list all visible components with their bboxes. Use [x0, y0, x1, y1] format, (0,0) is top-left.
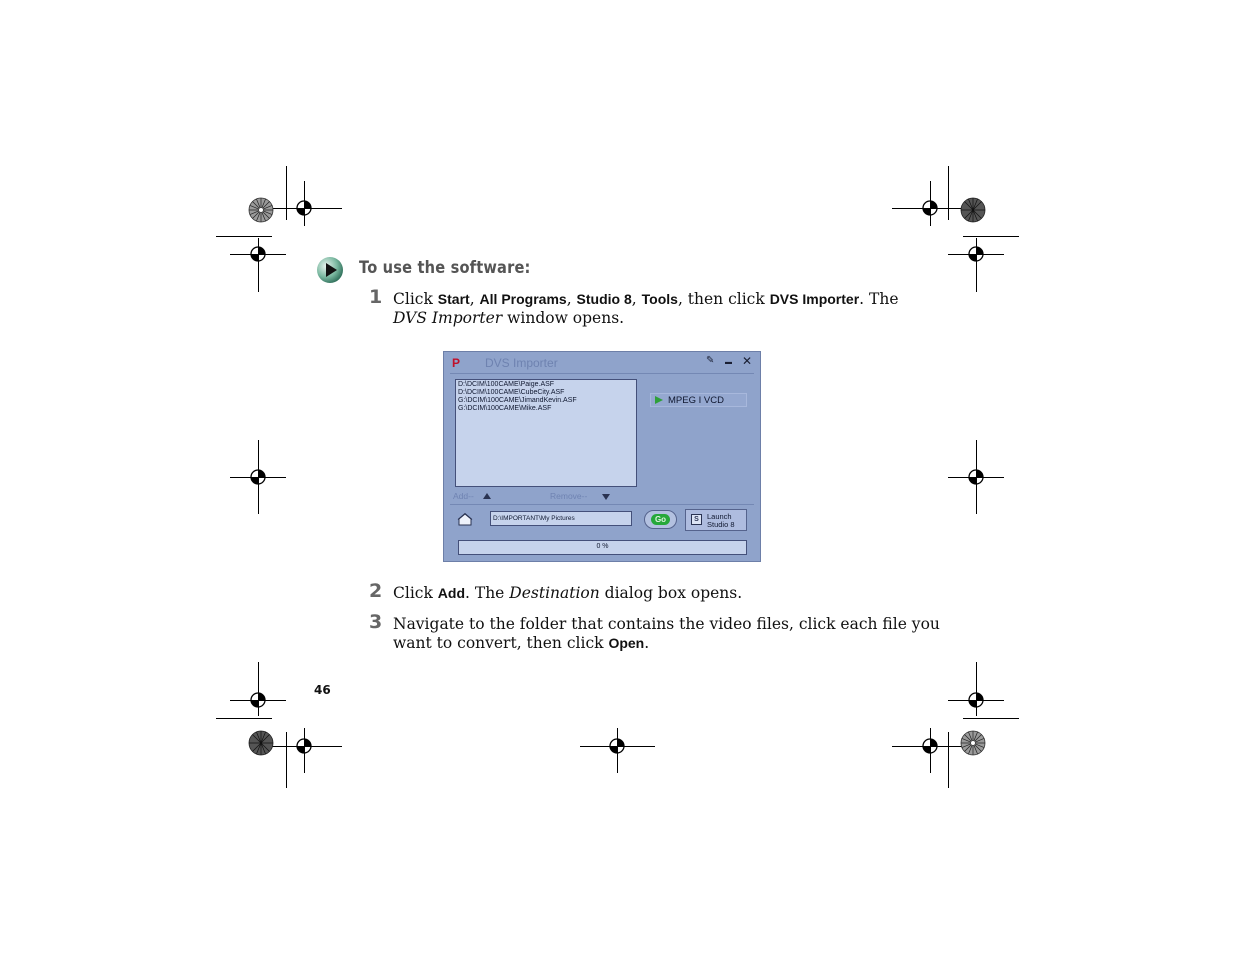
window-title: DVS Importer: [485, 356, 558, 370]
list-item[interactable]: D:\DCIM\100CAME\Paige.ASF: [458, 381, 634, 389]
section-title: To use the software:: [359, 258, 531, 278]
format-option-mpeg1-vcd[interactable]: MPEG I VCD: [650, 393, 747, 407]
step-2-text: Click Add. The Destination dialog box op…: [393, 584, 742, 603]
keyword-add: Add: [437, 585, 465, 601]
launch-studio-button[interactable]: S Launch Studio 8: [685, 509, 747, 531]
dvs-importer-window: P DVS Importer ✎ ▬ ✕ D:\DCIM\100CAME\Pai…: [443, 351, 761, 562]
progress-bar: 0 %: [458, 540, 747, 555]
starburst-target-icon: [248, 730, 274, 756]
registration-target-icon: [968, 246, 984, 262]
launch-label: Launch Studio 8: [707, 513, 735, 528]
step-3-text: Navigate to the folder that contains the…: [393, 615, 940, 633]
registration-target-icon: [968, 469, 984, 485]
add-label: Add--: [453, 491, 474, 501]
text-run: Click: [393, 584, 438, 602]
go-button[interactable]: Go: [644, 510, 677, 529]
step-1-text: Click Start, All Programs, Studio 8, Too…: [393, 290, 899, 309]
registration-target-icon: [922, 738, 938, 754]
starburst-target-icon: [960, 197, 986, 223]
list-item[interactable]: D:\DCIM\100CAME\CubeCity.ASF: [458, 389, 634, 397]
text-run: Click: [393, 290, 438, 308]
text-run: .: [644, 634, 650, 652]
crop-line: [948, 732, 949, 788]
launch-line-2: Studio 8: [707, 519, 735, 529]
destination-field[interactable]: D:\IMPORTANT\My Pictures: [490, 511, 632, 526]
crop-line: [286, 732, 287, 788]
starburst-target-icon: [248, 197, 274, 223]
go-label: Go: [651, 514, 670, 525]
step-3-text-line2: want to convert, then click Open.: [393, 634, 649, 653]
text-run: ,: [566, 290, 577, 308]
text-run: dialog box opens.: [599, 584, 743, 602]
registration-target-icon: [609, 738, 625, 754]
divider: [450, 504, 754, 505]
section-arrow-icon: [317, 257, 343, 283]
registration-target-icon: [968, 692, 984, 708]
text-run: . The: [859, 290, 899, 308]
progress-text: 0 %: [596, 543, 609, 550]
keyword-dvs-importer: DVS Importer: [769, 291, 860, 307]
text-run: , then click: [677, 290, 770, 308]
text-run: . The: [465, 584, 510, 602]
text-run: ,: [469, 290, 480, 308]
starburst-target-icon: [960, 730, 986, 756]
step-number: 3: [369, 611, 383, 633]
close-button[interactable]: ✕: [742, 354, 752, 368]
keyword-start: Start: [437, 291, 470, 307]
pin-icon[interactable]: ✎: [706, 355, 714, 366]
folder-home-icon[interactable]: [457, 512, 473, 527]
list-item[interactable]: G:\DCIM\100CAME\JimandKevin.ASF: [458, 397, 634, 405]
keyword-all-programs: All Programs: [479, 291, 567, 307]
remove-arrow-icon[interactable]: [602, 494, 610, 500]
page-number: 46: [314, 683, 331, 697]
crop-line: [216, 236, 272, 237]
italic-term: DVS Importer: [393, 309, 503, 327]
crop-line: [963, 236, 1019, 237]
studio-icon: S: [691, 514, 702, 525]
registration-target-icon: [250, 469, 266, 485]
step-1-text-line2: DVS Importer window opens.: [393, 309, 624, 328]
step-number: 2: [369, 580, 383, 602]
keyword-tools: Tools: [641, 291, 678, 307]
text-run: window opens.: [502, 309, 625, 327]
crop-line: [286, 166, 287, 220]
app-logo-icon: P: [452, 356, 461, 370]
registration-target-icon: [296, 738, 312, 754]
file-list[interactable]: D:\DCIM\100CAME\Paige.ASF D:\DCIM\100CAM…: [455, 379, 637, 487]
list-item[interactable]: G:\DCIM\100CAME\Mike.ASF: [458, 405, 634, 413]
keyword-studio-8: Studio 8: [576, 291, 632, 307]
registration-target-icon: [296, 200, 312, 216]
registration-target-icon: [250, 692, 266, 708]
play-icon: [655, 396, 663, 404]
text-run: want to convert, then click: [393, 634, 609, 652]
registration-target-icon: [922, 200, 938, 216]
crop-line: [948, 166, 949, 220]
step-number: 1: [369, 286, 383, 308]
add-arrow-icon[interactable]: [483, 493, 491, 499]
minimize-button[interactable]: ▬: [725, 359, 732, 366]
registration-target-icon: [250, 246, 266, 262]
keyword-open: Open: [608, 635, 645, 651]
text-run: ,: [631, 290, 642, 308]
crop-line: [963, 718, 1019, 719]
crop-line: [216, 718, 272, 719]
format-label: MPEG I VCD: [668, 395, 724, 406]
divider: [450, 373, 754, 374]
remove-label: Remove--: [550, 491, 588, 501]
italic-term: Destination: [509, 584, 600, 602]
